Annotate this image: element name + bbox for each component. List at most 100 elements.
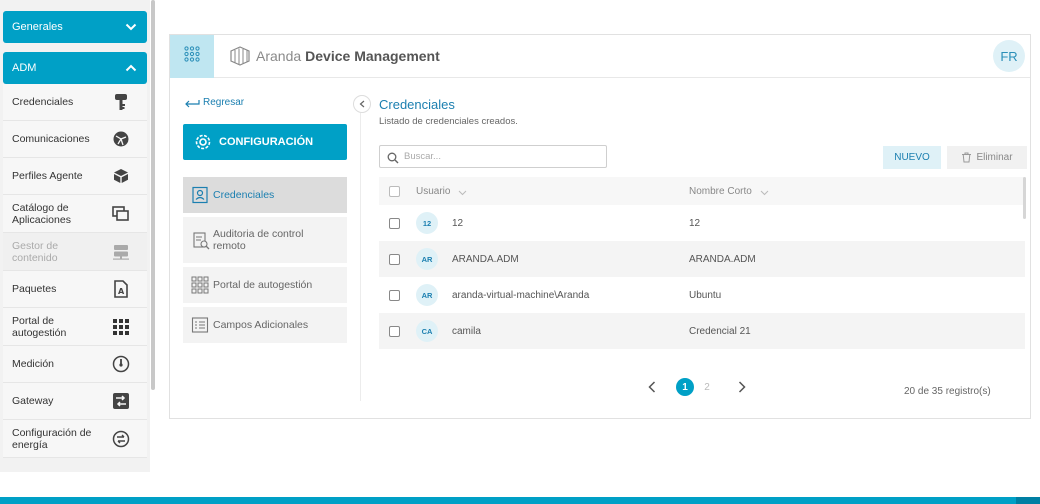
search-box[interactable] bbox=[379, 145, 607, 168]
collapse-panel-button[interactable] bbox=[353, 95, 371, 113]
row-short-name: Credencial 21 bbox=[689, 325, 751, 337]
row-user: 12 bbox=[452, 217, 464, 229]
table-row[interactable]: AR aranda-virtual-machine\Aranda Ubuntu bbox=[379, 277, 1025, 313]
gauge-icon bbox=[111, 354, 131, 374]
nav-group-label: Generales bbox=[12, 21, 63, 33]
column-header-nombre-corto[interactable]: Nombre Corto bbox=[689, 186, 1019, 197]
row-avatar: 12 bbox=[416, 212, 438, 234]
delete-label: Eliminar bbox=[976, 152, 1013, 163]
bottom-accent-bar bbox=[0, 497, 1040, 504]
app-header: Aranda Device Management FR bbox=[170, 35, 1030, 78]
sort-chevron-icon bbox=[760, 188, 769, 196]
back-link[interactable]: Regresar bbox=[184, 97, 244, 108]
grid-outline-icon bbox=[191, 276, 209, 294]
row-user: camila bbox=[452, 325, 481, 337]
prev-page-icon[interactable] bbox=[646, 381, 658, 393]
side-item-credenciales[interactable]: Credenciales bbox=[183, 177, 347, 213]
boxes-icon bbox=[111, 166, 131, 186]
nav-item-perfiles-agente[interactable]: Perfiles Agente bbox=[3, 158, 147, 195]
next-page-icon[interactable] bbox=[736, 381, 748, 393]
table-header: Usuario Nombre Corto bbox=[379, 177, 1025, 205]
table-row[interactable]: 12 12 12 bbox=[379, 205, 1025, 241]
row-short-name: 12 bbox=[689, 217, 701, 229]
side-item-label: Credenciales bbox=[213, 189, 275, 201]
table-scrollbar[interactable] bbox=[1023, 177, 1026, 219]
records-count: 20 de 35 registro(s) bbox=[904, 386, 991, 397]
left-navigation: Generales ADM Credenciales Comunicacione… bbox=[0, 0, 150, 472]
nav-item-credenciales[interactable]: Credenciales bbox=[3, 84, 147, 121]
server-icon bbox=[111, 242, 131, 262]
search-input[interactable] bbox=[404, 151, 594, 162]
trash-icon bbox=[961, 152, 972, 163]
pagination: 1 2 bbox=[646, 378, 748, 396]
nav-adm-list: Credenciales Comunicaciones Perfiles Age… bbox=[3, 84, 147, 458]
package-doc-icon: A bbox=[111, 279, 131, 299]
row-checkbox[interactable] bbox=[388, 217, 400, 229]
delete-button[interactable]: Eliminar bbox=[947, 146, 1027, 169]
svg-text:A: A bbox=[118, 287, 125, 296]
row-checkbox[interactable] bbox=[388, 289, 400, 301]
form-list-icon bbox=[191, 316, 209, 334]
nav-group-generales[interactable]: Generales bbox=[3, 11, 147, 43]
row-checkbox[interactable] bbox=[388, 253, 400, 265]
side-item-auditoria[interactable]: Auditoria de control remoto bbox=[183, 217, 347, 263]
column-header-usuario[interactable]: Usuario bbox=[409, 186, 689, 197]
key-icon bbox=[111, 92, 131, 112]
credentials-table: Usuario Nombre Corto 12 12 12 AR ARANDA.… bbox=[379, 177, 1025, 349]
nav-group-label: ADM bbox=[12, 62, 37, 74]
main-card: Aranda Device Management FR Regresar CON… bbox=[169, 34, 1031, 419]
row-avatar: CA bbox=[416, 320, 438, 342]
row-checkbox[interactable] bbox=[388, 325, 400, 337]
nav-group-adm[interactable]: ADM bbox=[3, 52, 147, 84]
configuration-button[interactable]: CONFIGURACIÓN bbox=[183, 124, 347, 160]
gear-icon bbox=[193, 132, 213, 152]
brand-name-strong: Device Management bbox=[305, 48, 440, 64]
page-title: Credenciales bbox=[379, 97, 455, 112]
page-subtitle: Listado de credenciales creados. bbox=[379, 116, 518, 127]
nav-item-gestor-contenido: Gestor de contenido bbox=[3, 233, 147, 271]
nav-item-portal-autogestion[interactable]: Portal de autogestión bbox=[3, 308, 147, 346]
row-user: aranda-virtual-machine\Aranda bbox=[452, 289, 590, 301]
side-item-portal-autogestion[interactable]: Portal de autogestión bbox=[183, 267, 347, 303]
side-item-label: Campos Adicionales bbox=[213, 319, 309, 331]
select-all-checkbox[interactable] bbox=[388, 185, 400, 197]
brand-name-light: Aranda bbox=[256, 48, 302, 64]
sort-chevron-icon bbox=[458, 188, 467, 196]
row-short-name: ARANDA.ADM bbox=[689, 253, 756, 265]
page-2-button[interactable]: 2 bbox=[698, 378, 716, 396]
back-arrow-icon bbox=[184, 98, 200, 108]
user-avatar[interactable]: FR bbox=[993, 40, 1025, 72]
panel-divider bbox=[360, 113, 361, 401]
nav-scrollbar[interactable] bbox=[151, 0, 155, 390]
aranda-logo-icon bbox=[228, 45, 252, 67]
search-icon bbox=[387, 151, 399, 163]
configuration-label: CONFIGURACIÓN bbox=[219, 136, 314, 148]
side-item-label: Auditoria de control remoto bbox=[213, 228, 304, 252]
apps-grid-icon bbox=[184, 46, 200, 67]
grid-icon bbox=[111, 317, 131, 337]
id-card-icon bbox=[191, 186, 209, 204]
table-row[interactable]: CA camila Credencial 21 bbox=[379, 313, 1025, 349]
nav-item-comunicaciones[interactable]: Comunicaciones bbox=[3, 121, 147, 158]
nav-item-gateway[interactable]: Gateway bbox=[3, 383, 147, 420]
row-short-name: Ubuntu bbox=[689, 289, 722, 301]
network-globe-icon bbox=[111, 129, 131, 149]
nav-item-configuracion-energia[interactable]: Configuración de energía bbox=[3, 420, 147, 458]
nav-item-catalogo-aplicaciones[interactable]: Catálogo de Aplicaciones bbox=[3, 195, 147, 233]
audit-icon bbox=[191, 231, 210, 250]
side-item-campos-adicionales[interactable]: Campos Adicionales bbox=[183, 307, 347, 343]
brand: Aranda Device Management bbox=[228, 44, 440, 68]
energy-icon bbox=[111, 429, 131, 449]
nav-item-paquetes[interactable]: Paquetes A bbox=[3, 271, 147, 308]
nav-item-medicion[interactable]: Medición bbox=[3, 346, 147, 383]
apps-menu-button[interactable] bbox=[170, 35, 214, 78]
back-label: Regresar bbox=[203, 97, 245, 108]
side-item-label: Portal de autogestión bbox=[213, 279, 313, 291]
page-1-button[interactable]: 1 bbox=[676, 378, 694, 396]
stacked-windows-icon bbox=[111, 204, 131, 224]
row-avatar: AR bbox=[416, 284, 438, 306]
table-row[interactable]: AR ARANDA.ADM ARANDA.ADM bbox=[379, 241, 1025, 277]
chevron-up-icon bbox=[124, 61, 138, 75]
row-avatar: AR bbox=[416, 248, 438, 270]
new-button[interactable]: NUEVO bbox=[883, 146, 941, 169]
